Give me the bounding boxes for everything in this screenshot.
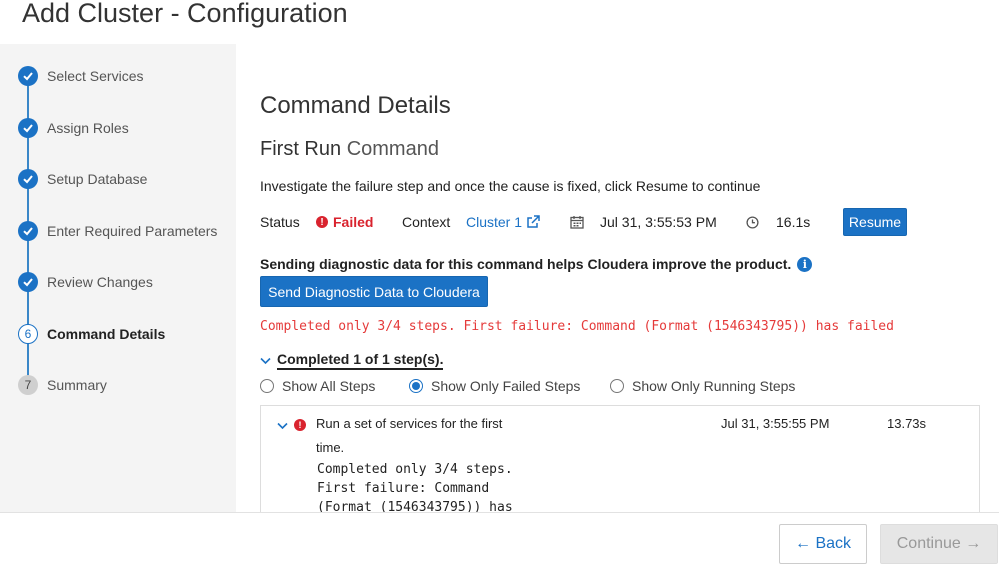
- step-select-services[interactable]: Select Services: [18, 65, 143, 87]
- context-link[interactable]: Cluster 1: [466, 208, 540, 236]
- duration: 16.1s: [776, 214, 811, 230]
- send-diagnostic-data-button[interactable]: Send Diagnostic Data to Cloudera: [260, 276, 488, 307]
- radio-button[interactable]: [610, 379, 624, 393]
- filter-all-steps[interactable]: Show All Steps: [260, 378, 375, 394]
- wizard-footer: ← Back Continue →: [0, 512, 999, 571]
- check-icon: [18, 169, 38, 189]
- step-detail: Completed only 3/4 steps. First failure: …: [317, 460, 513, 512]
- command-name-prefix: First Run: [260, 138, 342, 160]
- radio-button[interactable]: [409, 379, 423, 393]
- wizard-sidebar: Select Services Assign Roles Setup Datab…: [0, 44, 236, 512]
- status-badge: ! Failed: [316, 208, 373, 236]
- check-icon: [18, 66, 38, 86]
- step-label: Setup Database: [47, 171, 148, 187]
- step-label: Summary: [47, 377, 107, 393]
- back-button[interactable]: ← Back: [779, 524, 867, 564]
- error-message: Completed only 3/4 steps. First failure:…: [260, 319, 894, 334]
- radio-button[interactable]: [260, 379, 274, 393]
- status-value: Failed: [333, 214, 374, 230]
- filter-label: Show Only Failed Steps: [431, 378, 581, 394]
- command-name: First Run Command: [260, 138, 439, 161]
- command-details-panel: Command Details First Run Command Invest…: [236, 68, 999, 512]
- chevron-down-icon: [260, 354, 271, 368]
- step-label: Command Details: [47, 326, 166, 342]
- calendar-icon: [570, 208, 584, 236]
- command-name-suffix: Command: [346, 138, 439, 160]
- step-row[interactable]: ! Run a set of services for the first ti…: [277, 416, 521, 460]
- arrow-right-icon: →: [965, 535, 982, 552]
- continue-label: Continue: [896, 535, 961, 552]
- check-icon: [18, 272, 38, 292]
- context-label: Context: [402, 214, 451, 230]
- check-icon: [18, 118, 38, 138]
- step-number: 6: [18, 324, 38, 344]
- completed-steps-label: Completed 1 of 1 step(s).: [277, 351, 444, 370]
- external-link-icon: [527, 215, 540, 228]
- chevron-down-icon[interactable]: [277, 419, 288, 433]
- status-label: Status: [260, 214, 300, 230]
- diagnostic-text: Sending diagnostic data for this command…: [260, 256, 792, 272]
- resume-button[interactable]: Resume: [843, 208, 907, 236]
- page-title: Add Cluster - Configuration: [22, 0, 348, 28]
- step-number: 7: [18, 375, 38, 395]
- back-label: Back: [815, 535, 852, 552]
- continue-button[interactable]: Continue →: [880, 524, 998, 564]
- filter-label: Show All Steps: [282, 378, 376, 394]
- step-label: Review Changes: [47, 274, 153, 290]
- step-enter-required-parameters[interactable]: Enter Required Parameters: [18, 220, 217, 242]
- error-icon: !: [294, 419, 306, 431]
- completed-steps-toggle[interactable]: Completed 1 of 1 step(s).: [260, 351, 444, 370]
- step-detail-line: (Format (1546343795)) has: [317, 500, 513, 512]
- error-icon: !: [316, 216, 328, 228]
- instruction-text: Investigate the failure step and once th…: [260, 178, 761, 194]
- section-heading: Command Details: [260, 92, 451, 119]
- diagnostic-notice: Sending diagnostic data for this command…: [260, 256, 813, 272]
- clock-icon: [746, 208, 759, 236]
- step-summary[interactable]: 7 Summary: [18, 374, 107, 396]
- step-setup-database[interactable]: Setup Database: [18, 168, 147, 190]
- step-label: Assign Roles: [47, 120, 129, 136]
- start-timestamp: Jul 31, 3:55:53 PM: [600, 214, 717, 230]
- step-review-changes[interactable]: Review Changes: [18, 271, 153, 293]
- filter-failed-steps[interactable]: Show Only Failed Steps: [409, 378, 580, 394]
- step-label: Enter Required Parameters: [47, 223, 218, 239]
- context-link-text: Cluster 1: [466, 214, 523, 230]
- step-timestamp: Jul 31, 3:55:55 PM: [721, 416, 830, 431]
- step-detail-line: Completed only 3/4 steps.: [317, 462, 513, 477]
- check-icon: [18, 221, 38, 241]
- step-list: ! Run a set of services for the first ti…: [260, 405, 980, 512]
- step-description: Run a set of services for the first time…: [316, 416, 503, 455]
- info-icon[interactable]: i: [797, 256, 813, 272]
- filter-running-steps[interactable]: Show Only Running Steps: [610, 378, 795, 394]
- step-label: Select Services: [47, 68, 144, 84]
- step-duration: 13.73s: [887, 416, 927, 431]
- step-assign-roles[interactable]: Assign Roles: [18, 117, 129, 139]
- arrow-left-icon: ←: [794, 535, 811, 552]
- step-detail-line: First failure: Command: [317, 481, 490, 496]
- filter-label: Show Only Running Steps: [632, 378, 796, 394]
- step-filter-group: Show All Steps Show Only Failed Steps Sh…: [260, 378, 960, 398]
- step-command-details[interactable]: 6 Command Details: [18, 323, 165, 345]
- status-row: Status ! Failed Context Cluster 1 Jul 31…: [260, 208, 960, 236]
